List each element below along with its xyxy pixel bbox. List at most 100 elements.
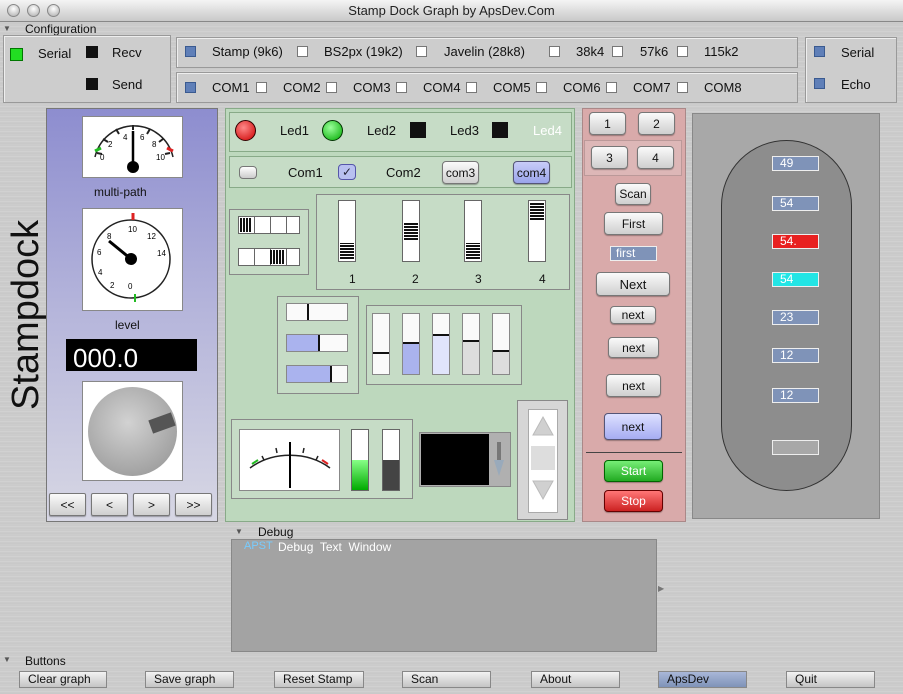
value-field-5[interactable]: 23 [772,310,819,325]
next-big-button[interactable]: Next [596,272,670,296]
svg-text:4: 4 [123,133,128,142]
com-radio-8[interactable] [677,82,688,93]
scan-button[interactable]: Scan [402,671,491,688]
serial-checkbox[interactable] [814,46,825,57]
value-field-6[interactable]: 12 [772,348,819,363]
toggle-switch-2[interactable] [238,248,300,266]
recv-label: Recv [112,45,142,60]
reset-stamp-button[interactable]: Reset Stamp [274,671,364,688]
com-radio-2[interactable] [256,82,267,93]
about-button[interactable]: About [531,671,620,688]
collapse-triangle-icon[interactable]: ▼ [3,655,11,664]
nav-first-button[interactable]: << [49,493,86,516]
com1-label: Com1 [288,165,323,180]
com3-button[interactable]: com3 [442,161,479,184]
echo-checkbox[interactable] [814,78,825,89]
svg-text:8: 8 [107,232,112,241]
next-button-large[interactable]: next [606,374,661,397]
minimize-window-button[interactable] [27,4,40,17]
stamp-radio-6[interactable] [677,46,688,57]
spinner-down-icon[interactable] [531,478,555,502]
com-option-label: COM4 [423,80,461,95]
spinner-up-icon[interactable] [531,414,555,438]
value-field-4[interactable]: 54 [772,272,819,287]
stamp-radio-1[interactable] [185,46,196,57]
next-button-blue[interactable]: next [604,413,662,440]
rotary-knob[interactable] [88,387,177,476]
hslider-2[interactable] [286,334,348,352]
nav-next-button[interactable]: > [133,493,170,516]
com1-toggle[interactable] [239,166,257,179]
stamp-radio-3[interactable] [416,46,427,57]
next-button-small[interactable]: next [610,306,656,324]
hslider-3[interactable] [286,365,348,383]
toggle-switch-1[interactable] [238,216,300,234]
send-indicator [86,78,98,90]
stamp-radio-5[interactable] [612,46,623,57]
first-field[interactable]: first [610,246,657,261]
debug-text: Debug Text Window [278,540,392,554]
close-window-button[interactable] [7,4,20,17]
com-radio-3[interactable] [326,82,337,93]
num-button-4[interactable]: 4 [637,146,674,169]
save-graph-button[interactable]: Save graph [145,671,234,688]
vertical-switch-4[interactable] [528,200,546,262]
led2-indicator [322,120,343,141]
value-field-7[interactable]: 12 [772,388,819,403]
vertical-switch-2[interactable] [402,200,420,262]
com2-label: Com2 [386,165,421,180]
com-option-label: COM1 [212,80,250,95]
svg-text:14: 14 [157,249,166,258]
num-button-2[interactable]: 2 [638,112,675,135]
led1-label: Led1 [280,123,309,138]
next-button-medium[interactable]: next [608,337,659,358]
debug-window[interactable]: APST Debug Text Window [231,539,657,652]
start-button[interactable]: Start [604,460,663,482]
svg-text:8: 8 [152,140,157,149]
first-button[interactable]: First [604,212,663,235]
apsdev-button[interactable]: ApsDev [658,671,747,688]
com2-checkbox[interactable]: ✓ [338,164,356,180]
vertical-switch-3[interactable] [464,200,482,262]
com-radio-7[interactable] [606,82,617,93]
value-field-2[interactable]: 54 [772,196,819,211]
com-option-label: COM2 [283,80,321,95]
led3-label: Led3 [450,123,479,138]
collapse-triangle-icon[interactable]: ▼ [235,527,243,536]
quit-button[interactable]: Quit [786,671,875,688]
com-radio-6[interactable] [536,82,547,93]
scan-small-button[interactable]: Scan [615,183,651,205]
spinner-thumb[interactable] [531,446,555,470]
side-title: Stampdock [5,219,47,410]
com4-button[interactable]: com4 [513,161,550,184]
stop-button[interactable]: Stop [604,490,663,512]
num-button-1[interactable]: 1 [589,112,626,135]
buttons-section-label: Buttons [25,654,66,668]
svg-text:6: 6 [97,248,102,257]
value-field-8[interactable] [772,440,819,455]
collapse-triangle-icon[interactable]: ▼ [3,24,11,33]
stamp-radio-2[interactable] [297,46,308,57]
switch-4-label: 4 [539,272,546,286]
window-title: Stamp Dock Graph by ApsDev.Com [348,3,555,18]
svg-text:4: 4 [98,268,103,277]
vslider-3[interactable] [432,313,450,375]
vslider-4[interactable] [462,313,480,375]
zoom-window-button[interactable] [47,4,60,17]
com-option-label: COM3 [353,80,391,95]
nav-last-button[interactable]: >> [175,493,212,516]
stamp-radio-4[interactable] [549,46,560,57]
value-field-3[interactable]: 54. [772,234,819,249]
com-radio-5[interactable] [466,82,477,93]
hslider-1[interactable] [286,303,348,321]
com-radio-4[interactable] [396,82,407,93]
num-button-3[interactable]: 3 [591,146,628,169]
vslider-2[interactable] [402,313,420,375]
vslider-1[interactable] [372,313,390,375]
clear-graph-button[interactable]: Clear graph [19,671,107,688]
com-radio-1[interactable] [185,82,196,93]
vslider-5[interactable] [492,313,510,375]
vertical-switch-1[interactable] [338,200,356,262]
nav-prev-button[interactable]: < [91,493,128,516]
value-field-1[interactable]: 49 [772,156,819,171]
